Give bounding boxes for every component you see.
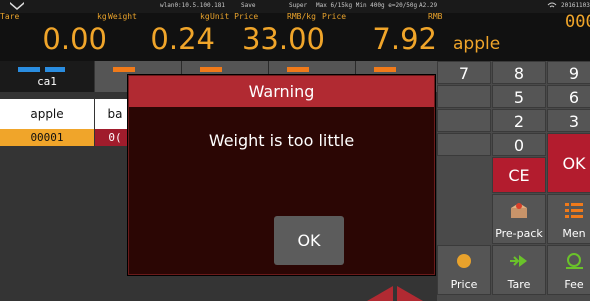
mode-status: Super <box>289 2 308 9</box>
category-tab-ca1[interactable]: ca1 <box>0 61 94 92</box>
wifi-icon <box>547 2 557 8</box>
feed-button[interactable]: Fee <box>547 245 590 295</box>
keypad: 7 8 9 5 6 2 3 0 CE OK Pre-pack Men Price… <box>437 61 590 301</box>
price-icon <box>457 254 471 268</box>
category-indicator <box>200 67 222 72</box>
price-unit: RMB <box>428 12 443 21</box>
ok-button[interactable]: OK <box>547 133 590 193</box>
weight-unit: kg <box>200 12 210 21</box>
warning-dialog: Warning Weight is too little OK <box>128 75 435 275</box>
key-dot[interactable] <box>437 133 491 156</box>
price-value: 7.92 <box>372 22 437 56</box>
dialog-title: Warning <box>129 76 434 107</box>
dialog-message: Weight is too little <box>208 131 355 150</box>
key-8[interactable]: 8 <box>492 61 546 84</box>
clipped-counter: 000( <box>565 12 590 32</box>
range-info: Max 6/15kg Min 400g e=20/50g <box>316 2 418 9</box>
weight-label: Weight <box>108 12 137 21</box>
key-3[interactable]: 3 <box>547 109 590 132</box>
unit-price-value: 33.00 <box>241 22 325 56</box>
unit-price-unit: RMB/kg <box>287 12 316 21</box>
key-6[interactable]: 6 <box>547 85 590 108</box>
ce-button[interactable]: CE <box>492 157 546 193</box>
category-indicator <box>45 67 65 72</box>
category-indicator <box>287 67 309 72</box>
feed-label: Fee <box>564 278 584 291</box>
prepack-label: Pre-pack <box>495 227 543 240</box>
scale-display: wlan0:10.5.100.181 Save Super Max 6/15kg… <box>0 0 590 61</box>
version-info: A2.29 <box>419 2 438 9</box>
menu-button[interactable]: Men <box>547 194 590 244</box>
category-label: ca1 <box>37 75 57 88</box>
menu-icon <box>565 203 583 218</box>
network-info: wlan0:10.5.100.181 <box>160 2 226 9</box>
key-9[interactable]: 9 <box>547 61 590 84</box>
save-status: Save <box>241 2 256 9</box>
tare-icon <box>510 255 527 267</box>
price-label: Price <box>322 12 347 21</box>
category-indicator <box>374 67 396 72</box>
category-indicator <box>113 67 135 72</box>
category-indicator <box>18 67 40 72</box>
menu-label: Men <box>562 227 586 240</box>
price-button[interactable]: Price <box>437 245 491 295</box>
product-code: 00001 <box>0 129 94 146</box>
tare-unit: kg <box>97 12 107 21</box>
tare-value: 0.00 <box>42 22 107 56</box>
navigation-arrows[interactable] <box>355 286 435 301</box>
key-7[interactable]: 7 <box>437 61 491 84</box>
product-name-display: apple <box>453 34 501 54</box>
prepack-icon <box>511 203 527 218</box>
key-2[interactable]: 2 <box>492 109 546 132</box>
key-0[interactable]: 0 <box>492 133 546 156</box>
unit-price-label: Unit Price <box>210 12 259 21</box>
date-display: 20161103 <box>561 2 590 9</box>
product-button-apple[interactable]: apple <box>0 99 94 129</box>
price-label: Price <box>450 278 478 291</box>
scale-logo-icon <box>10 2 24 10</box>
key-1[interactable] <box>437 109 491 132</box>
tare-button[interactable]: Tare <box>492 245 546 295</box>
tare-label: Tare <box>0 12 20 21</box>
key-4[interactable] <box>437 85 491 108</box>
tare-label: Tare <box>507 278 531 291</box>
feed-icon <box>566 253 583 269</box>
prepack-button[interactable]: Pre-pack <box>492 194 546 244</box>
key-5[interactable]: 5 <box>492 85 546 108</box>
weight-value: 0.24 <box>150 22 215 56</box>
dialog-ok-button[interactable]: OK <box>274 216 344 265</box>
